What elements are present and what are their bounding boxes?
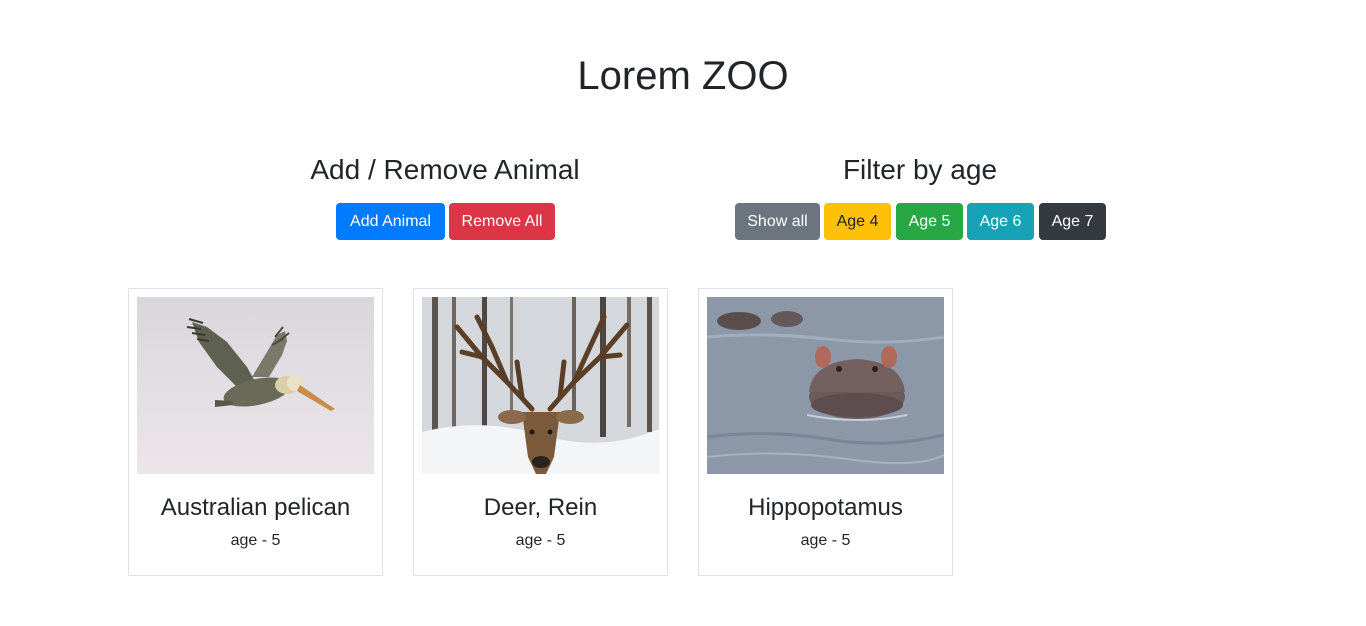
pelican-photo — [137, 297, 374, 474]
animal-card: Hippopotamus age - 5 — [698, 288, 953, 576]
animal-age: age - 5 — [230, 532, 281, 549]
animal-name: Australian pelican — [160, 494, 351, 521]
filter-age-7-button[interactable]: Age 7 — [1039, 203, 1106, 240]
filter-show-all-button[interactable]: Show all — [735, 203, 820, 240]
deer-photo — [422, 297, 659, 474]
animal-name: Deer, Rein — [483, 494, 598, 521]
add-remove-heading: Add / Remove Animal — [310, 154, 580, 185]
add-animal-button[interactable]: Add Animal — [336, 203, 445, 240]
animal-age: age - 5 — [800, 532, 851, 549]
filter-age-5-button[interactable]: Age 5 — [896, 203, 963, 240]
animal-card: Deer, Rein age - 5 — [413, 288, 668, 576]
animal-name: Hippopotamus — [748, 494, 903, 521]
remove-all-button[interactable]: Remove All — [449, 203, 555, 240]
animal-age: age - 5 — [515, 532, 566, 549]
animal-card: Australian pelican age - 5 — [128, 288, 383, 576]
filter-age-4-button[interactable]: Age 4 — [824, 203, 891, 240]
page-title: Lorem ZOO — [577, 54, 789, 98]
filter-heading: Filter by age — [842, 154, 998, 185]
filter-age-6-button[interactable]: Age 6 — [967, 203, 1034, 240]
hippo-photo — [707, 297, 944, 474]
